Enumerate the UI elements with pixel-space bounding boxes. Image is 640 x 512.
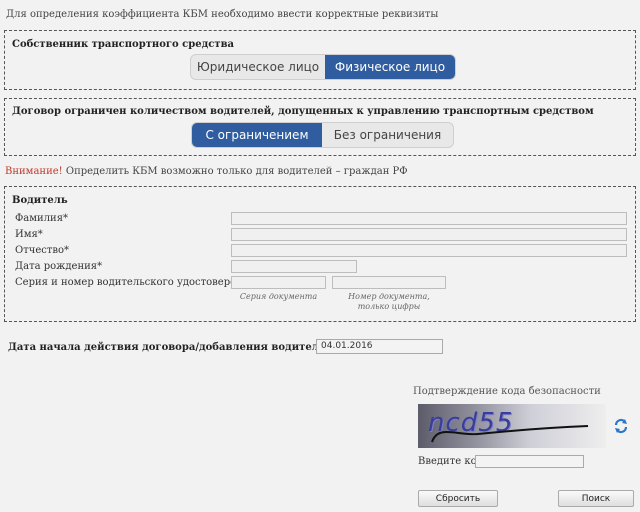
name-input[interactable] <box>231 228 627 241</box>
captcha-title: Подтверждение кода безопасности <box>413 386 601 397</box>
warning-body: Определить КБМ возможно только для водит… <box>62 166 408 177</box>
owner-option-legal[interactable]: Юридическое лицо <box>191 55 325 79</box>
captcha-noise-line <box>431 425 589 443</box>
contract-option-unlimited[interactable]: Без ограничения <box>322 123 453 147</box>
license-label: Серия и номер водительского удостоверени… <box>15 277 261 288</box>
driver-title: Водитель <box>12 195 68 206</box>
owner-title: Собственник транспортного средства <box>12 39 234 50</box>
captcha-image: ncd55 <box>418 404 606 448</box>
contract-toggle: С ограничением Без ограничения <box>191 122 454 148</box>
contract-title: Договор ограничен количеством водителей,… <box>12 106 594 117</box>
warning-prefix: Внимание! <box>5 166 63 177</box>
intro-text: Для определения коэффициента КБМ необход… <box>6 9 439 20</box>
owner-option-individual[interactable]: Физическое лицо <box>325 55 455 79</box>
birthdate-label: Дата рождения* <box>15 261 103 272</box>
search-button[interactable]: Поиск <box>558 490 634 507</box>
license-series-input[interactable] <box>231 276 326 289</box>
code-input[interactable] <box>475 455 584 468</box>
series-hint: Серия документа <box>239 292 318 301</box>
surname-input[interactable] <box>231 212 627 225</box>
contract-option-limited[interactable]: С ограничением <box>192 123 322 147</box>
start-date-input[interactable]: 04.01.2016 <box>316 339 443 354</box>
owner-toggle: Юридическое лицо Физическое лицо <box>190 54 456 80</box>
number-hint: Номер документа, только цифры <box>348 292 430 311</box>
surname-label: Фамилия* <box>15 213 69 224</box>
reset-button[interactable]: Сбросить <box>418 490 498 507</box>
warning-text: Внимание! Определить КБМ возможно только… <box>5 166 408 177</box>
license-number-input[interactable] <box>332 276 446 289</box>
patronymic-label: Отчество* <box>15 245 70 256</box>
patronymic-input[interactable] <box>231 244 627 257</box>
refresh-icon[interactable] <box>613 418 629 434</box>
name-label: Имя* <box>15 229 43 240</box>
birthdate-input[interactable] <box>231 260 357 273</box>
